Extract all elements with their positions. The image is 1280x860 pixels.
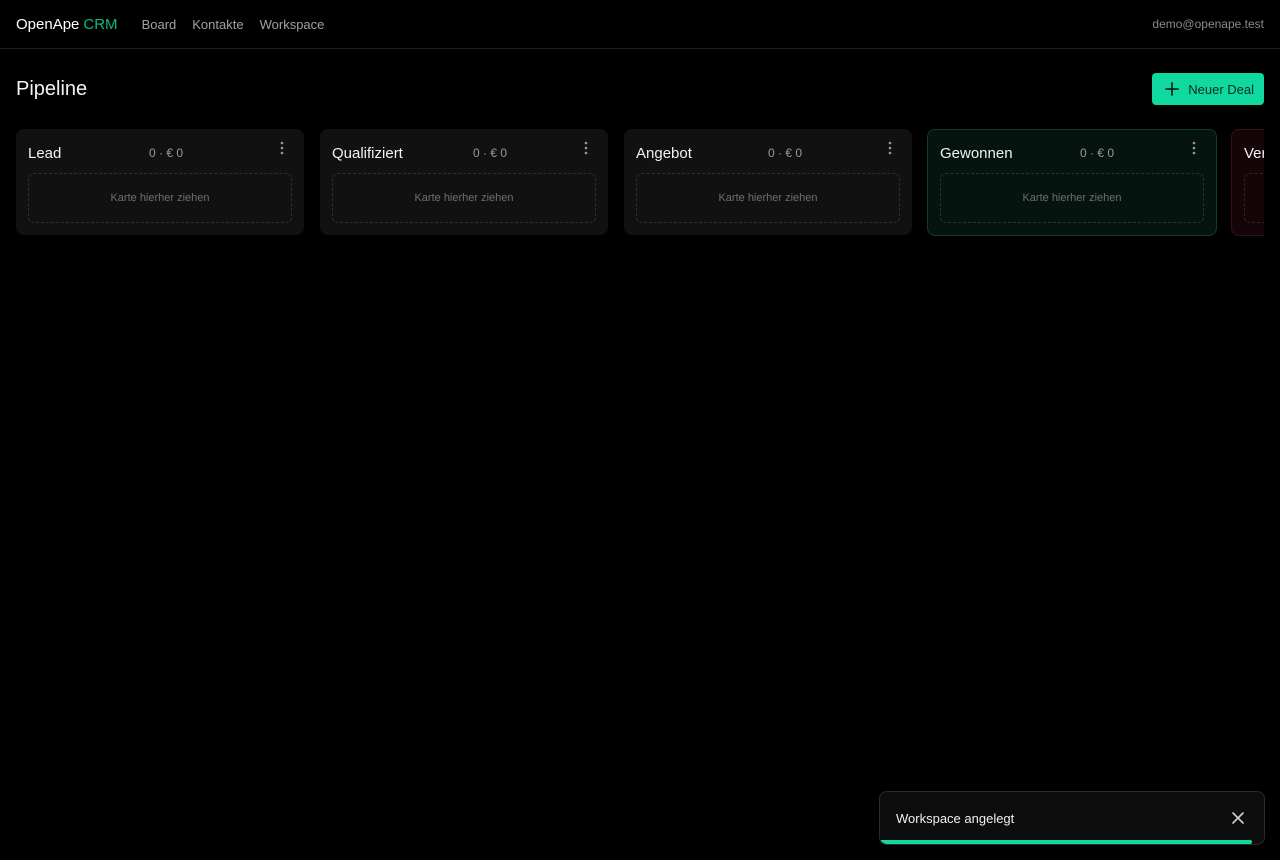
column-verloren: Ver <box>1231 129 1264 236</box>
app-name: OpenApe <box>16 15 80 33</box>
pipeline-board: Lead 0 · € 0 Karte hierher ziehen Qualif… <box>16 129 1264 249</box>
plus-icon <box>1165 82 1180 96</box>
app-name-accent: CRM <box>83 15 118 33</box>
nav-item-workspace[interactable]: Workspace <box>260 17 325 32</box>
page-header: Pipeline Neuer Deal <box>16 73 1264 105</box>
column-title: Qualifiziert <box>332 144 403 162</box>
nav-item-kontakte[interactable]: Kontakte <box>192 17 243 32</box>
nav-item-board[interactable]: Board <box>142 17 177 32</box>
top-navigation-bar: OpenApe CRM Board Kontakte Workspace dem… <box>0 0 1280 49</box>
user-email[interactable]: demo@openape.test <box>1152 17 1264 31</box>
new-deal-label: Neuer Deal <box>1188 81 1254 97</box>
column-summary: 0 · € 0 <box>768 146 803 160</box>
more-vertical-icon[interactable] <box>274 138 290 158</box>
more-vertical-icon[interactable] <box>882 138 898 158</box>
column-dropzone[interactable]: Karte hierher ziehen <box>940 173 1204 223</box>
column-title: Ver <box>1244 144 1264 162</box>
column-gewonnen: Gewonnen 0 · € 0 Karte hierher ziehen <box>927 129 1217 236</box>
column-dropzone[interactable]: Karte hierher ziehen <box>28 173 292 223</box>
column-title: Angebot <box>636 144 692 162</box>
page-title: Pipeline <box>16 77 88 100</box>
column-summary: 0 · € 0 <box>1080 146 1115 160</box>
app-logo[interactable]: OpenApe CRM <box>16 16 118 33</box>
column-summary: 0 · € 0 <box>149 146 184 160</box>
column-angebot: Angebot 0 · € 0 Karte hierher ziehen <box>624 129 912 235</box>
column-title: Lead <box>28 144 62 162</box>
column-lead: Lead 0 · € 0 Karte hierher ziehen <box>16 129 304 235</box>
column-dropzone[interactable] <box>1244 173 1264 223</box>
close-icon[interactable] <box>1228 808 1248 828</box>
column-dropzone[interactable]: Karte hierher ziehen <box>332 173 596 223</box>
toast-progress-bar <box>880 840 1253 844</box>
new-deal-button[interactable]: Neuer Deal <box>1152 73 1264 105</box>
more-vertical-icon[interactable] <box>1186 138 1202 158</box>
toast-notification: Workspace angelegt <box>879 791 1265 845</box>
more-vertical-icon[interactable] <box>578 138 594 158</box>
main-nav: Board Kontakte Workspace <box>142 17 325 32</box>
toast-message: Workspace angelegt <box>896 810 1015 826</box>
column-summary: 0 · € 0 <box>473 146 508 160</box>
column-qualifiziert: Qualifiziert 0 · € 0 Karte hierher ziehe… <box>320 129 608 235</box>
toast-progress-track <box>880 840 1264 844</box>
column-title: Gewonnen <box>940 144 1013 162</box>
column-dropzone[interactable]: Karte hierher ziehen <box>636 173 900 223</box>
